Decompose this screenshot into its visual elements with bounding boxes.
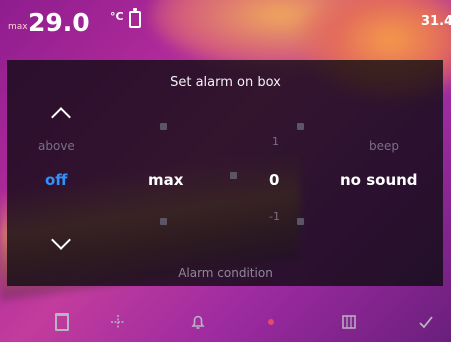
beep-label: beep — [369, 139, 399, 153]
box-corner-handle[interactable] — [297, 123, 304, 130]
check-icon[interactable] — [414, 310, 438, 334]
above-selector[interactable]: off — [45, 171, 67, 189]
threshold-value-up[interactable]: 1 — [272, 135, 279, 148]
threshold-value-down[interactable]: -1 — [269, 210, 280, 223]
bell-icon[interactable] — [186, 310, 210, 334]
battery-icon — [129, 8, 141, 28]
color-dot-icon[interactable] — [259, 310, 283, 334]
max-temperature: 29.0 — [28, 8, 90, 37]
trash-icon[interactable] — [50, 310, 74, 334]
right-temperature-readout: 31.4 — [421, 14, 451, 29]
bottom-toolbar — [0, 300, 451, 342]
parameter-selector[interactable]: max — [148, 171, 183, 189]
beep-selector[interactable]: no sound — [340, 171, 418, 189]
grid-icon[interactable] — [337, 310, 361, 334]
temperature-unit: °C — [110, 10, 124, 23]
box-corner-handle[interactable] — [160, 218, 167, 225]
dialog-title: Set alarm on box — [170, 75, 281, 90]
box-corner-handle[interactable] — [297, 218, 304, 225]
crosshair-icon[interactable] — [106, 310, 130, 334]
above-label: above — [38, 139, 75, 153]
box-corner-handle[interactable] — [160, 123, 167, 130]
box-center-handle[interactable] — [230, 172, 237, 179]
threshold-value[interactable]: 0 — [269, 171, 279, 189]
status-bar: max 29.0 °C 31.4 — [0, 0, 451, 44]
max-prefix: max — [8, 22, 28, 32]
alarm-condition-label: Alarm condition — [178, 266, 273, 280]
